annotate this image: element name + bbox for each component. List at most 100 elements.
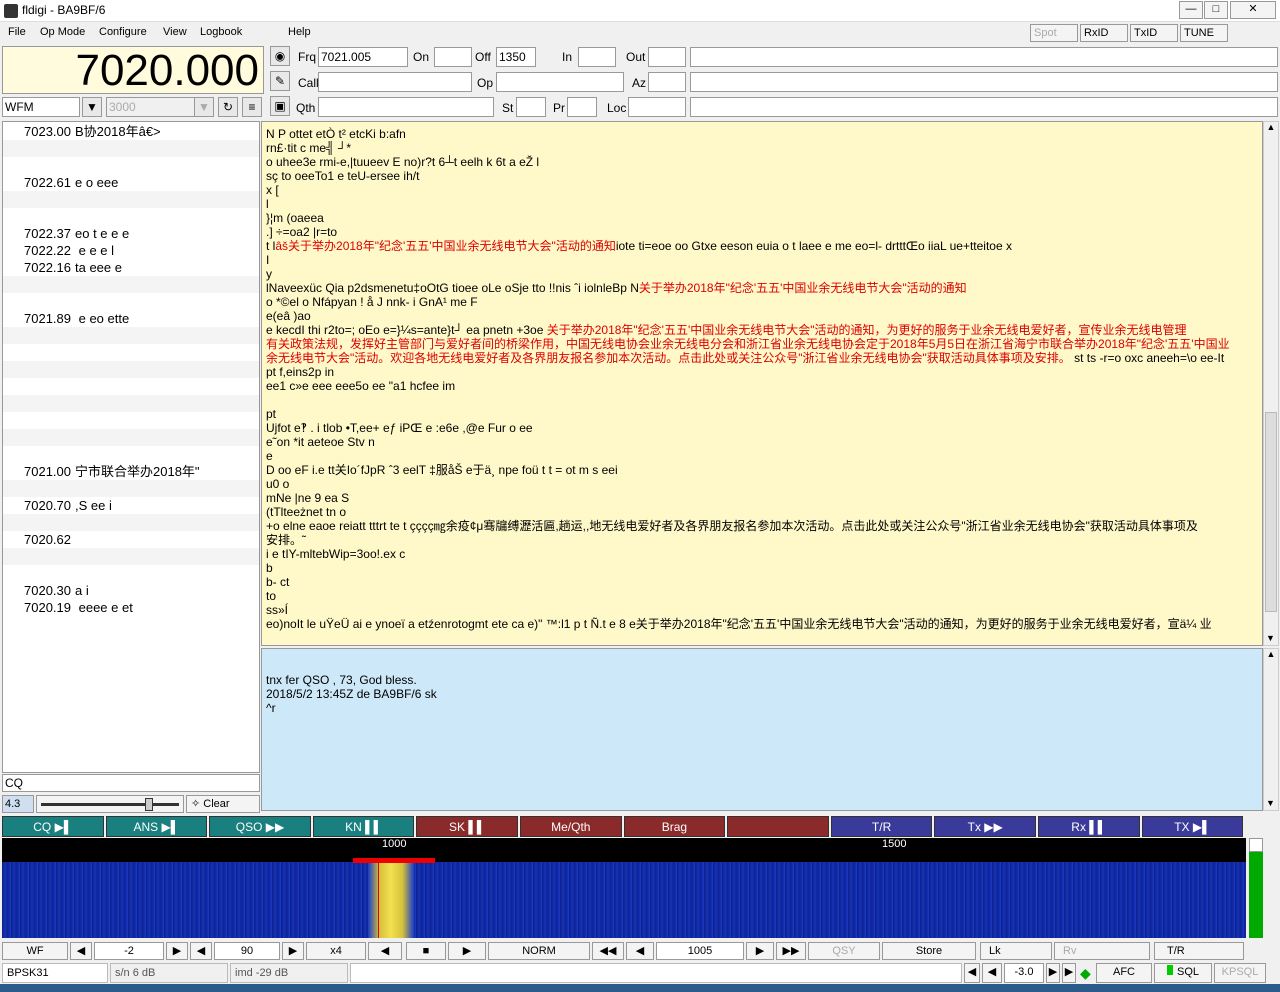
scroll-right-icon[interactable]: ▶ bbox=[448, 942, 486, 960]
pr-field[interactable] bbox=[567, 97, 597, 117]
off-field[interactable]: 1350 bbox=[496, 47, 536, 67]
sql-toggle[interactable]: SQL bbox=[1154, 963, 1212, 983]
list-item[interactable]: 7021.00 宁市联合举办2018年" bbox=[3, 463, 259, 480]
afc-toggle[interactable]: AFC bbox=[1096, 963, 1152, 983]
menu-view[interactable]: View bbox=[163, 26, 187, 38]
out-field[interactable] bbox=[648, 47, 686, 67]
op-field[interactable] bbox=[496, 72, 624, 92]
cq-field[interactable]: CQ bbox=[2, 774, 260, 792]
tune-button[interactable]: TUNE bbox=[1180, 24, 1228, 42]
afc-fast-back-icon[interactable]: ◀ bbox=[964, 963, 980, 983]
bandwidth-cursor[interactable] bbox=[353, 858, 435, 863]
txid-button[interactable]: TxID bbox=[1130, 24, 1178, 42]
list-item[interactable]: 7023.00 B协2018年â€> bbox=[3, 123, 259, 140]
st-field[interactable] bbox=[516, 97, 546, 117]
macro-button[interactable]: TX ▶▌ bbox=[1141, 816, 1244, 837]
squelch-slider[interactable] bbox=[36, 795, 184, 813]
store-button[interactable]: Store bbox=[882, 942, 976, 960]
wf-button[interactable]: WF bbox=[2, 942, 68, 960]
list-item[interactable]: 7022.22 e e e l bbox=[3, 242, 259, 259]
menu-logbook[interactable]: Logbook bbox=[200, 26, 242, 38]
mode-dropdown-icon[interactable]: ▼ bbox=[82, 97, 102, 117]
afc-forward-icon[interactable]: ▶ bbox=[1046, 963, 1060, 983]
refresh-icon[interactable]: ↻ bbox=[218, 97, 238, 117]
qth-field[interactable] bbox=[318, 97, 494, 117]
scroll-left-icon[interactable]: ◀ bbox=[368, 942, 402, 960]
carrier-field[interactable]: 1005 bbox=[656, 942, 744, 960]
zoom-button[interactable]: x4 bbox=[306, 942, 366, 960]
waterfall-display[interactable] bbox=[2, 862, 1246, 938]
afc-back-icon[interactable]: ◀ bbox=[982, 963, 1002, 983]
maximize-button[interactable]: □ bbox=[1204, 1, 1228, 19]
signal-browser[interactable]: 7023.00 B协2018年â€> 7022.61 e o eee 7022.37… bbox=[2, 121, 260, 773]
list-item[interactable]: 7022.61 e o eee bbox=[3, 174, 259, 191]
afc-fast-forward-icon[interactable]: ▶ bbox=[1062, 963, 1076, 983]
frequency-display[interactable]: 7020.000 bbox=[2, 46, 264, 95]
step-forward-icon[interactable]: ▶ bbox=[746, 942, 774, 960]
clear-button[interactable]: ✧ Clear bbox=[186, 795, 260, 813]
fast-back-icon[interactable]: ◀◀ bbox=[592, 942, 624, 960]
range-up-icon[interactable]: ▶ bbox=[282, 942, 304, 960]
rxid-button[interactable]: RxID bbox=[1080, 24, 1128, 42]
in-field[interactable] bbox=[578, 47, 616, 67]
macro-button[interactable]: T/R bbox=[830, 816, 933, 837]
range-field[interactable]: 90 bbox=[214, 942, 280, 960]
close-button[interactable]: ✕ bbox=[1230, 1, 1276, 19]
macro-button[interactable]: Rx ▌▌ bbox=[1038, 816, 1140, 837]
mode-select[interactable]: WFM bbox=[2, 97, 80, 117]
menu-help[interactable]: Help bbox=[288, 26, 311, 38]
fast-forward-icon[interactable]: ▶▶ bbox=[776, 942, 806, 960]
loc-field[interactable] bbox=[628, 97, 686, 117]
ref-level-field[interactable]: -2 bbox=[94, 942, 164, 960]
tx-scrollbar[interactable]: ▲ ▼ bbox=[1263, 648, 1279, 811]
list-icon[interactable]: ≡ bbox=[242, 97, 262, 117]
ref-up-icon[interactable]: ▶ bbox=[166, 942, 188, 960]
menu-file[interactable]: File bbox=[8, 26, 26, 38]
macro-button[interactable] bbox=[727, 816, 829, 837]
notes-field-2[interactable] bbox=[690, 72, 1278, 92]
list-item[interactable]: 7022.37 eo t e e e bbox=[3, 225, 259, 242]
list-item[interactable]: 7021.89 e eo ette bbox=[3, 310, 259, 327]
tr-toggle[interactable]: T/R bbox=[1154, 942, 1244, 960]
frq-field[interactable]: 7021.005 bbox=[318, 47, 408, 67]
mode-status[interactable]: BPSK31 bbox=[2, 963, 108, 983]
on-field[interactable] bbox=[434, 47, 472, 67]
list-item[interactable]: 7022.16 ta eee e bbox=[3, 259, 259, 276]
kpsql-toggle[interactable]: KPSQL bbox=[1214, 963, 1266, 983]
macro-button[interactable]: QSO ▶▶ bbox=[209, 816, 311, 837]
menu-op-mode[interactable]: Op Mode bbox=[40, 26, 85, 38]
notes-field-1[interactable] bbox=[690, 47, 1278, 67]
call-field[interactable] bbox=[318, 72, 472, 92]
macro-button[interactable]: Me/Qth bbox=[520, 816, 622, 837]
reverse-toggle[interactable]: Rv bbox=[1054, 942, 1150, 960]
list-item[interactable]: 7020.19 eeee e et bbox=[3, 599, 259, 616]
qsy-button[interactable]: QSY bbox=[808, 942, 880, 960]
list-item[interactable]: 7020.62 bbox=[3, 531, 259, 548]
globe-icon[interactable]: ◉ bbox=[270, 46, 290, 66]
list-item[interactable]: 7020.30 a i bbox=[3, 582, 259, 599]
stop-icon[interactable]: ■ bbox=[406, 942, 446, 960]
macro-button[interactable]: CQ ▶▌ bbox=[2, 816, 104, 837]
range-down-icon[interactable]: ◀ bbox=[190, 942, 212, 960]
transmit-text-pane[interactable]: tnx fer QSO , 73, God bless. 2018/5/2 13… bbox=[261, 648, 1263, 811]
macro-button[interactable]: KN ▌▌ bbox=[312, 816, 415, 837]
bandwidth-select[interactable]: 3000 bbox=[106, 97, 196, 117]
notes-field-3[interactable] bbox=[690, 97, 1278, 117]
speed-button[interactable]: NORM bbox=[488, 942, 590, 960]
list-item[interactable]: 7020.70 ,S ee i bbox=[3, 497, 259, 514]
az-field[interactable] bbox=[648, 72, 686, 92]
save-icon[interactable]: ▣ bbox=[270, 96, 290, 116]
macro-button[interactable]: ANS ▶▌ bbox=[105, 816, 208, 837]
pen-icon[interactable]: ✎ bbox=[270, 71, 290, 91]
lock-toggle[interactable]: Lk bbox=[980, 942, 1052, 960]
step-back-icon[interactable]: ◀ bbox=[626, 942, 654, 960]
macro-button[interactable]: Tx ▶▶ bbox=[934, 816, 1036, 837]
afc-value[interactable]: -3.0 bbox=[1004, 963, 1044, 983]
macro-button[interactable]: Brag bbox=[623, 816, 726, 837]
receive-text-pane[interactable]: N P ottet etÒ t² etcKi b:afn rn£·tit c m… bbox=[261, 121, 1263, 646]
menu-configure[interactable]: Configure bbox=[99, 26, 147, 38]
rx-scrollbar[interactable]: ▲ ▼ bbox=[1263, 121, 1279, 646]
ref-down-icon[interactable]: ◀ bbox=[70, 942, 92, 960]
spot-button[interactable]: Spot bbox=[1030, 24, 1078, 42]
macro-button[interactable]: SK ▌▌ bbox=[416, 816, 518, 837]
